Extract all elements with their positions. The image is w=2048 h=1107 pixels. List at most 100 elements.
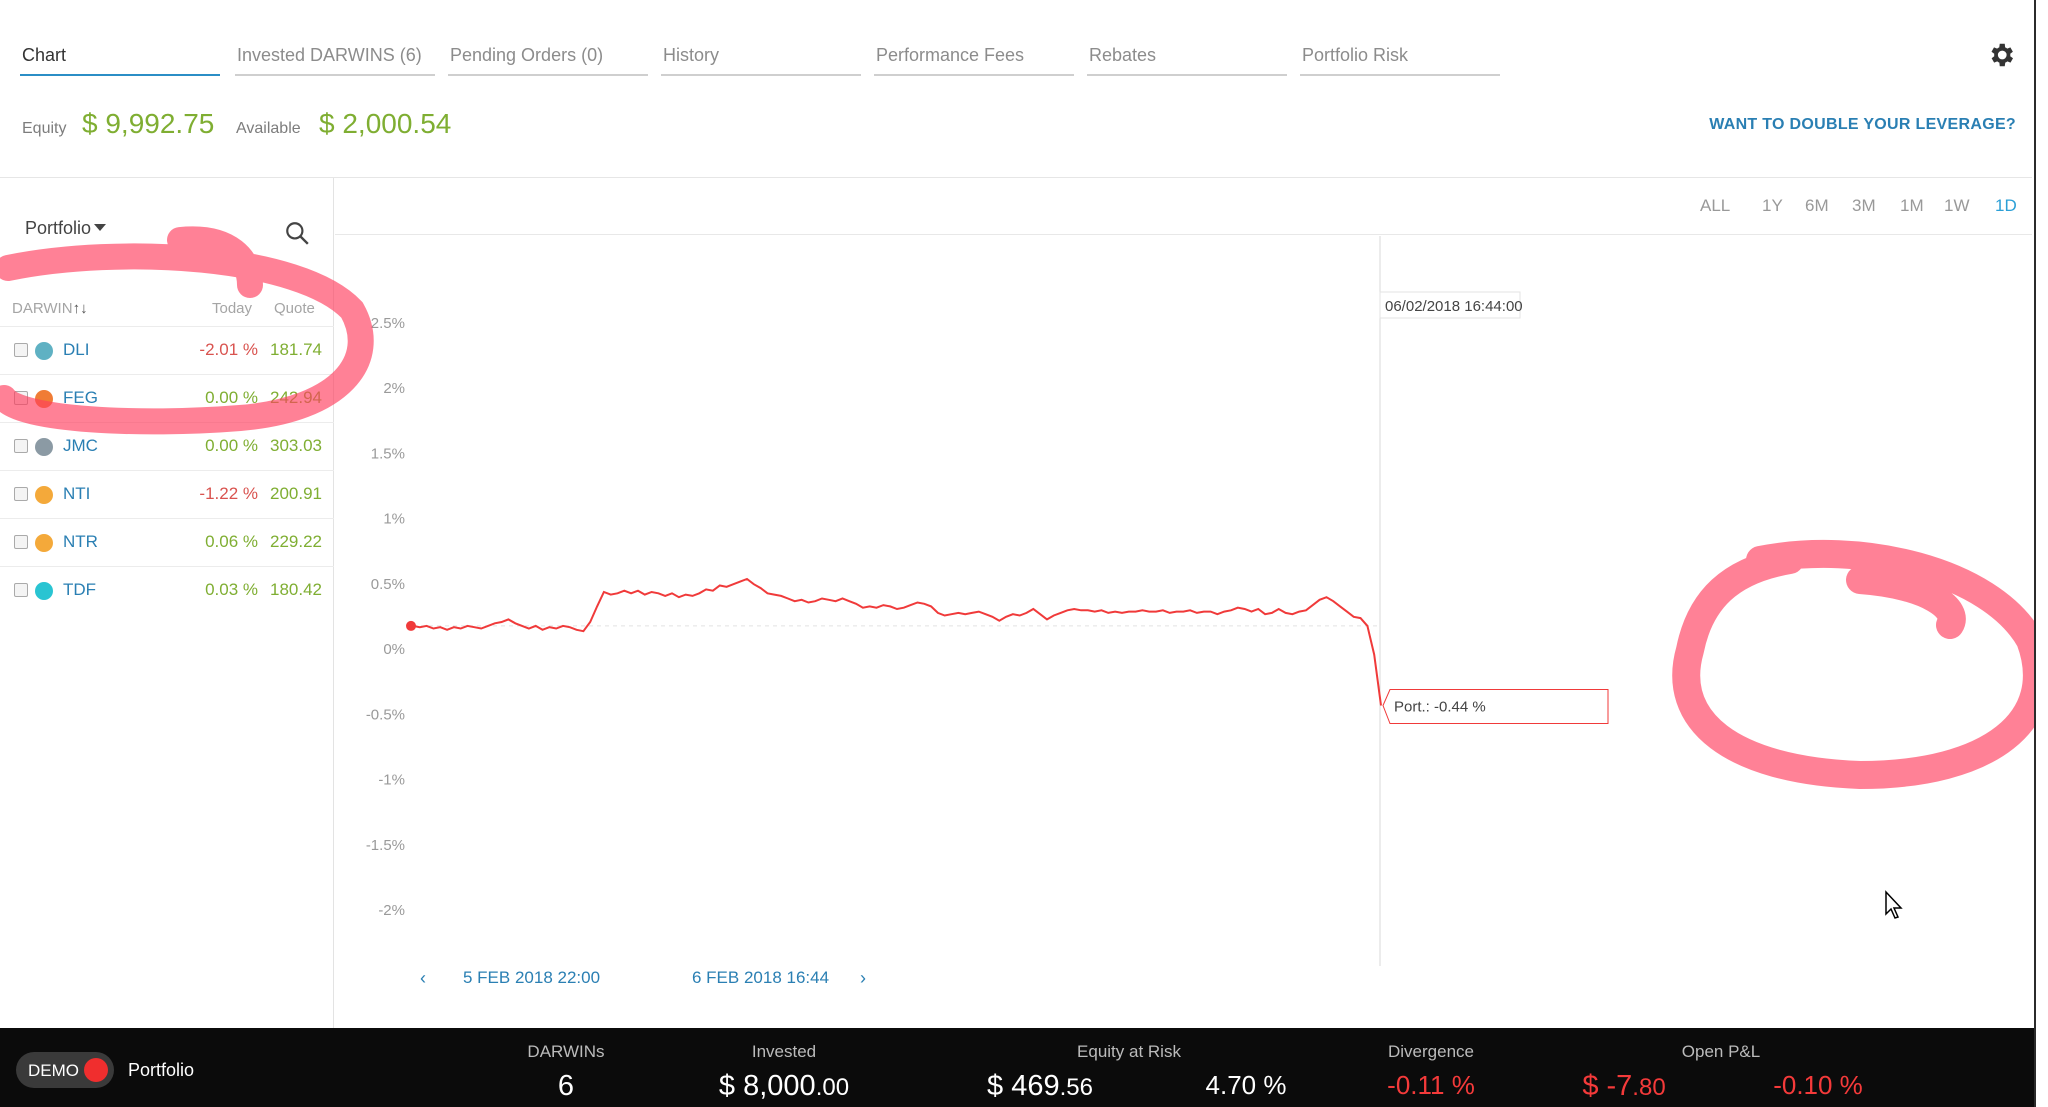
darwin-name[interactable]: JMC xyxy=(63,436,98,456)
available-label: Available xyxy=(236,120,301,137)
darwin-color-dot xyxy=(35,486,53,504)
y-tick-label: 1% xyxy=(383,511,405,528)
list-header: DARWIN↑↓ Today Quote xyxy=(0,296,334,326)
row-checkbox[interactable] xyxy=(14,535,28,549)
tab-chart[interactable]: Chart xyxy=(20,40,220,76)
darwin-row-ntr[interactable]: NTR 0.06 % 229.22 xyxy=(0,518,334,566)
tab-invested-darwins[interactable]: Invested DARWINS (6) xyxy=(235,40,435,76)
darwins-label: DARWINs xyxy=(527,1042,605,1061)
range-1y[interactable]: 1Y xyxy=(1762,196,1783,216)
darwin-color-dot xyxy=(35,342,53,360)
caret-down-icon xyxy=(94,224,107,231)
range-1m[interactable]: 1M xyxy=(1900,196,1924,216)
chevron-right-icon[interactable]: › xyxy=(860,968,866,989)
range-all[interactable]: ALL xyxy=(1700,196,1730,216)
double-leverage-link[interactable]: WANT TO DOUBLE YOUR LEVERAGE? xyxy=(1709,116,2016,134)
divider xyxy=(335,234,2032,235)
darwin-name[interactable]: FEG xyxy=(63,388,98,408)
window-edge xyxy=(2034,0,2048,1107)
portfolio-chart[interactable]: 2.5% 2% 1.5% 1% 0.5% 0% -0.5% -1% -1.5% -2% 06/02/… xyxy=(335,236,2032,996)
range-selector: ALL 1Y 6M 3M 1M 1W 1D xyxy=(1700,196,2020,220)
darwin-quote: 200.91 xyxy=(270,484,322,503)
darwin-name[interactable]: TDF xyxy=(63,580,96,600)
darwin-name[interactable]: NTR xyxy=(63,532,98,552)
y-tick-label: 1.5% xyxy=(371,445,405,462)
row-checkbox[interactable] xyxy=(14,487,28,501)
darwin-column-header[interactable]: DARWIN↑↓ xyxy=(12,300,88,317)
toggle-knob xyxy=(84,1058,108,1082)
chevron-left-icon[interactable]: ‹ xyxy=(420,968,426,989)
range-3m[interactable]: 3M xyxy=(1852,196,1876,216)
invested-label: Invested xyxy=(751,1042,817,1061)
darwin-today-change: -1.22 % xyxy=(199,484,258,503)
row-checkbox[interactable] xyxy=(14,391,28,405)
available-value: $ 2,000.54 xyxy=(319,108,452,139)
series-start-point xyxy=(406,620,416,631)
darwin-row-feg[interactable]: FEG 0.00 % 242.94 xyxy=(0,374,334,422)
demo-toggle[interactable]: DEMO xyxy=(16,1052,114,1088)
y-tick-label: -0.5% xyxy=(366,706,405,723)
darwin-row-jmc[interactable]: JMC 0.00 % 303.03 xyxy=(0,422,334,470)
darwin-row-tdf[interactable]: TDF 0.03 % 180.42 xyxy=(0,566,334,614)
mouse-cursor-icon xyxy=(1885,890,1903,919)
chart-end-date: 6 FEB 2018 16:44 xyxy=(692,968,830,987)
darwin-name[interactable]: DLI xyxy=(63,340,89,360)
sort-icon: ↑↓ xyxy=(72,300,88,317)
open-pl-label: Open P&L xyxy=(1681,1042,1761,1061)
quote-column-header[interactable]: Quote xyxy=(274,300,315,317)
y-tick-label: 0% xyxy=(383,641,405,658)
search-icon[interactable] xyxy=(284,220,310,246)
darwin-name[interactable]: NTI xyxy=(63,484,90,504)
account-status-bar: DEMO Portfolio DARWINs 6 Invested $ 8,00… xyxy=(0,1028,2034,1107)
row-checkbox[interactable] xyxy=(14,343,28,357)
tab-history[interactable]: History xyxy=(661,40,861,76)
darwin-today-change: -2.01 % xyxy=(199,340,258,359)
darwin-color-dot xyxy=(35,534,53,552)
darwin-today-change: 0.00 % xyxy=(205,436,258,455)
equity-value: $ 9,992.75 xyxy=(82,108,215,139)
invested-value: $ 8,000.00 xyxy=(718,1070,850,1102)
range-1w[interactable]: 1W xyxy=(1944,196,1970,216)
today-column-header[interactable]: Today xyxy=(212,300,252,317)
row-checkbox[interactable] xyxy=(14,583,28,597)
darwin-quote: 303.03 xyxy=(270,436,322,455)
y-tick-label: -2% xyxy=(378,902,405,919)
row-checkbox[interactable] xyxy=(14,439,28,453)
darwins-count: 6 xyxy=(557,1070,575,1102)
darwin-today-change: 0.06 % xyxy=(205,532,258,551)
gear-icon[interactable] xyxy=(1986,40,2016,70)
equity-at-risk-label: Equity at Risk xyxy=(1077,1042,1181,1061)
y-tick-label: 2.5% xyxy=(371,315,405,332)
darwin-list-panel: Portfolio DARWIN↑↓ Today Quote DLI -2.01 … xyxy=(0,178,334,1028)
darwin-today-change: 0.00 % xyxy=(205,388,258,407)
tab-rebates[interactable]: Rebates xyxy=(1087,40,1287,76)
darwin-row-dli[interactable]: DLI -2.01 % 181.74 xyxy=(0,326,334,374)
series-line-portfolio xyxy=(412,577,1382,706)
darwin-quote: 242.94 xyxy=(270,388,322,407)
chart-start-date: 5 FEB 2018 22:00 xyxy=(463,968,601,987)
darwin-quote: 229.22 xyxy=(270,532,322,551)
tab-pending-orders[interactable]: Pending Orders (0) xyxy=(448,40,648,76)
tab-performance-fees[interactable]: Performance Fees xyxy=(874,40,1074,76)
y-tick-label: -1% xyxy=(378,772,405,789)
darwin-quote: 181.74 xyxy=(270,340,322,359)
y-tick-label: 0.5% xyxy=(371,576,405,593)
range-1d[interactable]: 1D xyxy=(1995,196,2017,216)
divergence-value: -0.11 % xyxy=(1387,1070,1475,1100)
portfolio-dropdown[interactable]: Portfolio xyxy=(25,218,107,239)
demo-label: DEMO xyxy=(28,1061,79,1080)
tooltip-date: 06/02/2018 16:44:00 xyxy=(1385,298,1523,315)
open-pl-value: $ -7.80 xyxy=(1582,1070,1666,1102)
tab-portfolio-risk[interactable]: Portfolio Risk xyxy=(1300,40,1500,76)
darwin-row-nti[interactable]: NTI -1.22 % 200.91 xyxy=(0,470,334,518)
open-pl-percent: -0.10 % xyxy=(1773,1070,1863,1100)
portfolio-dropdown-label: Portfolio xyxy=(25,218,92,238)
portfolio-label: Portfolio xyxy=(128,1060,195,1080)
tooltip-value: Port.: -0.44 % xyxy=(1394,699,1486,716)
y-tick-label: 2% xyxy=(383,380,405,397)
equity-at-risk-value: $ 469.56 xyxy=(987,1070,1093,1102)
range-6m[interactable]: 6M xyxy=(1805,196,1829,216)
darwin-today-change: 0.03 % xyxy=(205,580,258,599)
divergence-label: Divergence xyxy=(1388,1042,1474,1061)
equity-at-risk-percent: 4.70 % xyxy=(1205,1070,1287,1100)
